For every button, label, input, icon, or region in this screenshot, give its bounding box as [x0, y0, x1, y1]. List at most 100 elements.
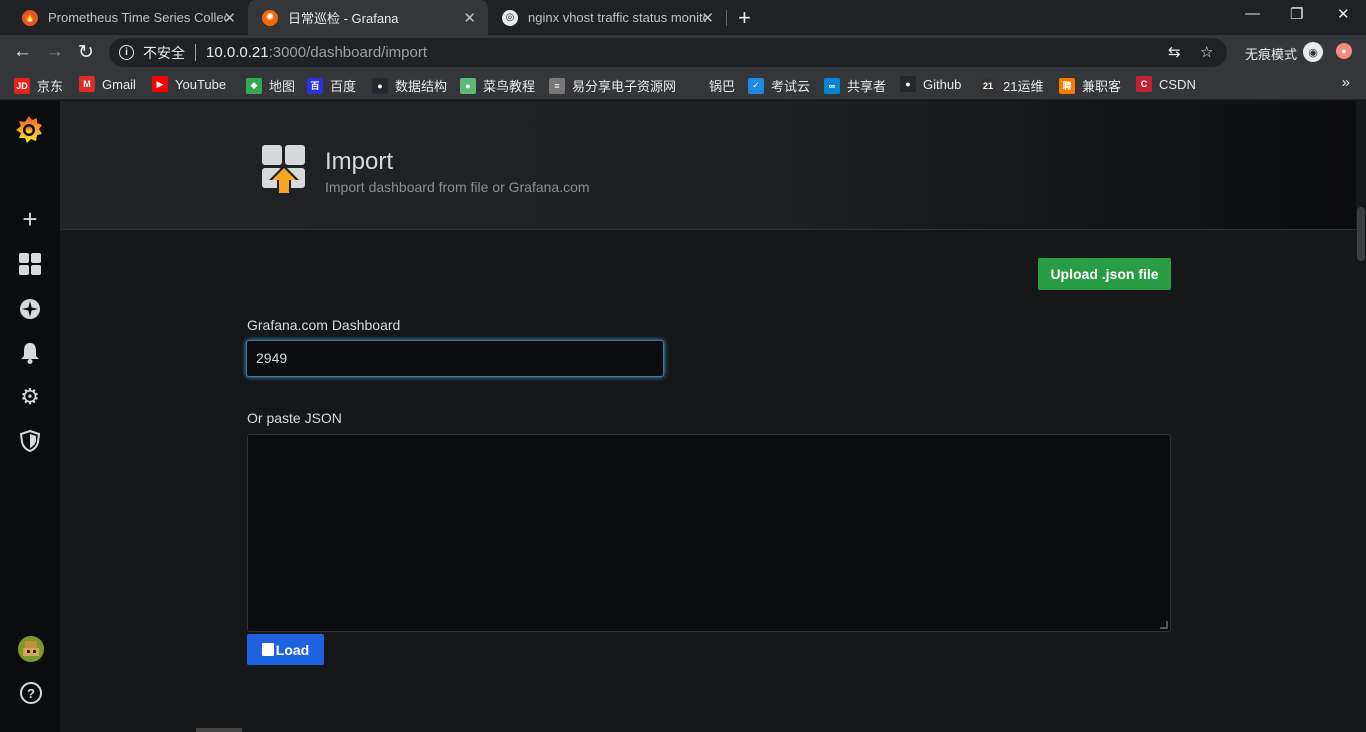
bookmark-item[interactable]: ≡ 易分享电子资源网 [549, 76, 676, 95]
bookmark-item[interactable]: ● Github [900, 76, 961, 92]
paste-json-textarea[interactable] [247, 434, 1171, 632]
tab-strip: 🔥 Prometheus Time Series Collection ✕ ✺ … [0, 0, 1366, 35]
bookmark-icon: ∞ [824, 77, 840, 94]
bookmark-label: 锅巴 [709, 79, 736, 94]
bookmarks-bar: JD 京东 M Gmail ▶ YouTube ◆ 地图百百度 ● 数据结构 ● 菜鸟教程 ≡ 易分享电子… [0, 69, 1366, 100]
bookmark-icon: 百 [307, 77, 323, 94]
bookmark-item[interactable]: 聘兼职客 [1059, 76, 1121, 95]
load-button[interactable]: Load [247, 634, 324, 665]
bell-icon[interactable] [18, 341, 42, 365]
address-bar[interactable]: i 不安全 10.0.0.21:3000/dashboard/import [109, 38, 1227, 67]
tab-title: Prometheus Time Series Collection [48, 10, 226, 25]
bookmark-icon: ● [372, 77, 388, 94]
bookmark-icon [686, 77, 702, 94]
dashboards-icon[interactable] [18, 252, 42, 276]
bookmark-label: 百度 [330, 79, 357, 94]
bookmark-label: 21运维 [1003, 79, 1044, 94]
bookmark-item[interactable]: ∞ 共享者 [824, 76, 886, 95]
incognito-icon[interactable]: ◉ [1303, 42, 1323, 62]
bookmark-icon: M [79, 76, 95, 92]
bookmark-icon: ✓ [748, 77, 764, 94]
bookmark-label: 考试云 [771, 79, 811, 94]
close-icon[interactable]: ✕ [701, 9, 714, 27]
bookmark-label: 京东 [37, 79, 64, 94]
extension-icon[interactable]: ● [1336, 43, 1352, 59]
bookmark-label: Gmail [102, 76, 136, 92]
vertical-scrollbar[interactable] [1356, 101, 1366, 732]
reload-icon[interactable]: ↻ [78, 41, 94, 64]
address-divider [195, 44, 196, 61]
copy-icon [261, 643, 274, 656]
minimize-button[interactable]: — [1245, 5, 1260, 22]
load-button-label: Load [275, 641, 310, 658]
help-icon[interactable]: ? [20, 682, 42, 704]
bookmark-icon: ▶ [152, 76, 168, 92]
bookmark-item[interactable]: C CSDN [1136, 76, 1196, 92]
gcom-dashboard-input[interactable]: 2949 [246, 340, 664, 377]
bookmark-item[interactable]: ◆ 地图 [246, 76, 295, 95]
bookmark-icon: ● [900, 76, 916, 92]
bookmark-label: 易分享电子资源网 [572, 79, 677, 94]
paste-json-label: Or paste JSON [247, 410, 342, 426]
bookmark-icon: ≡ [549, 77, 565, 94]
tab-title: 日常巡检 - Grafana [288, 11, 399, 26]
bookmark-item[interactable]: M Gmail [79, 76, 136, 92]
bookmark-item[interactable]: ● 数据结构 [372, 76, 447, 95]
info-icon[interactable]: i [119, 45, 134, 60]
page-header: Import Import dashboard from file or Gra… [60, 101, 1356, 230]
forward-arrow-icon[interactable]: → [45, 41, 64, 63]
incognito-label: 无痕模式 [1245, 47, 1298, 62]
explore-compass-icon[interactable] [18, 297, 42, 321]
resize-handle[interactable] [1160, 621, 1168, 629]
translate-icon[interactable]: ⇆ [1168, 43, 1181, 61]
close-icon[interactable]: ✕ [463, 9, 476, 27]
page-title: Import [325, 148, 394, 175]
bookmark-icon: JD [14, 77, 30, 94]
bookmark-item[interactable]: 锅巴 [686, 76, 735, 95]
horizontal-scroll-thumb[interactable] [196, 728, 242, 732]
grafana-logo-icon[interactable] [13, 114, 45, 146]
tab-divider [726, 10, 727, 26]
bookmark-item[interactable]: 21 21运维 [980, 76, 1043, 95]
bookmark-label: 数据结构 [395, 79, 448, 94]
scroll-thumb[interactable] [1357, 207, 1365, 261]
shield-icon[interactable] [18, 429, 42, 453]
url-host: 10.0.0.21 [206, 44, 269, 61]
tab-prometheus[interactable]: 🔥 Prometheus Time Series Collection ✕ [8, 0, 248, 35]
bookmark-item[interactable]: ● 菜鸟教程 [460, 76, 535, 95]
window-close-button[interactable]: ✕ [1337, 5, 1350, 23]
bookmark-icon: ◆ [246, 77, 262, 94]
bookmark-item[interactable]: JD 京东 [14, 76, 63, 95]
avatar[interactable] [18, 636, 44, 662]
grafana-main: Import Import dashboard from file or Gra… [60, 101, 1356, 732]
bookmark-item[interactable]: 百百度 [307, 76, 356, 95]
bookmark-label: 地图 [269, 79, 296, 94]
bookmark-label: 兼职客 [1082, 79, 1122, 94]
close-icon[interactable]: ✕ [223, 9, 236, 27]
bookmark-label: 共享者 [847, 79, 887, 94]
bookmarks-more-icon[interactable]: » [1342, 74, 1350, 91]
grafana-icon: ✺ [262, 9, 278, 26]
restore-button[interactable]: ❐ [1290, 5, 1303, 23]
prometheus-icon: 🔥 [22, 9, 38, 26]
tab-nginx[interactable]: ◎ nginx vhost traffic status monitor ✕ [488, 0, 726, 35]
gear-icon[interactable]: ⚙ [18, 384, 42, 409]
bookmark-item[interactable]: ▶ YouTube [152, 76, 226, 92]
bookmark-label: CSDN [1159, 76, 1196, 92]
grafana-sidemenu: + ⚙ ? [0, 101, 60, 732]
bookmark-label: YouTube [175, 76, 227, 92]
tab-grafana[interactable]: ✺ 日常巡检 - Grafana ✕ [248, 0, 488, 35]
bookmark-label: Github [923, 76, 962, 92]
star-icon[interactable]: ☆ [1200, 43, 1213, 61]
bookmark-icon: 聘 [1059, 77, 1075, 94]
url-path: :3000/dashboard/import [268, 44, 427, 61]
bookmark-icon: ● [460, 77, 476, 94]
page-subtitle: Import dashboard from file or Grafana.co… [325, 179, 590, 195]
upload-json-button[interactable]: Upload .json file [1038, 258, 1171, 290]
back-arrow-icon[interactable]: ← [13, 41, 32, 63]
plus-icon[interactable]: + [18, 204, 42, 234]
bookmark-item[interactable]: ✓ 考试云 [748, 76, 810, 95]
import-dashboard-icon [262, 145, 305, 195]
new-tab-button[interactable]: + [738, 5, 751, 31]
globe-icon: ◎ [502, 9, 518, 26]
